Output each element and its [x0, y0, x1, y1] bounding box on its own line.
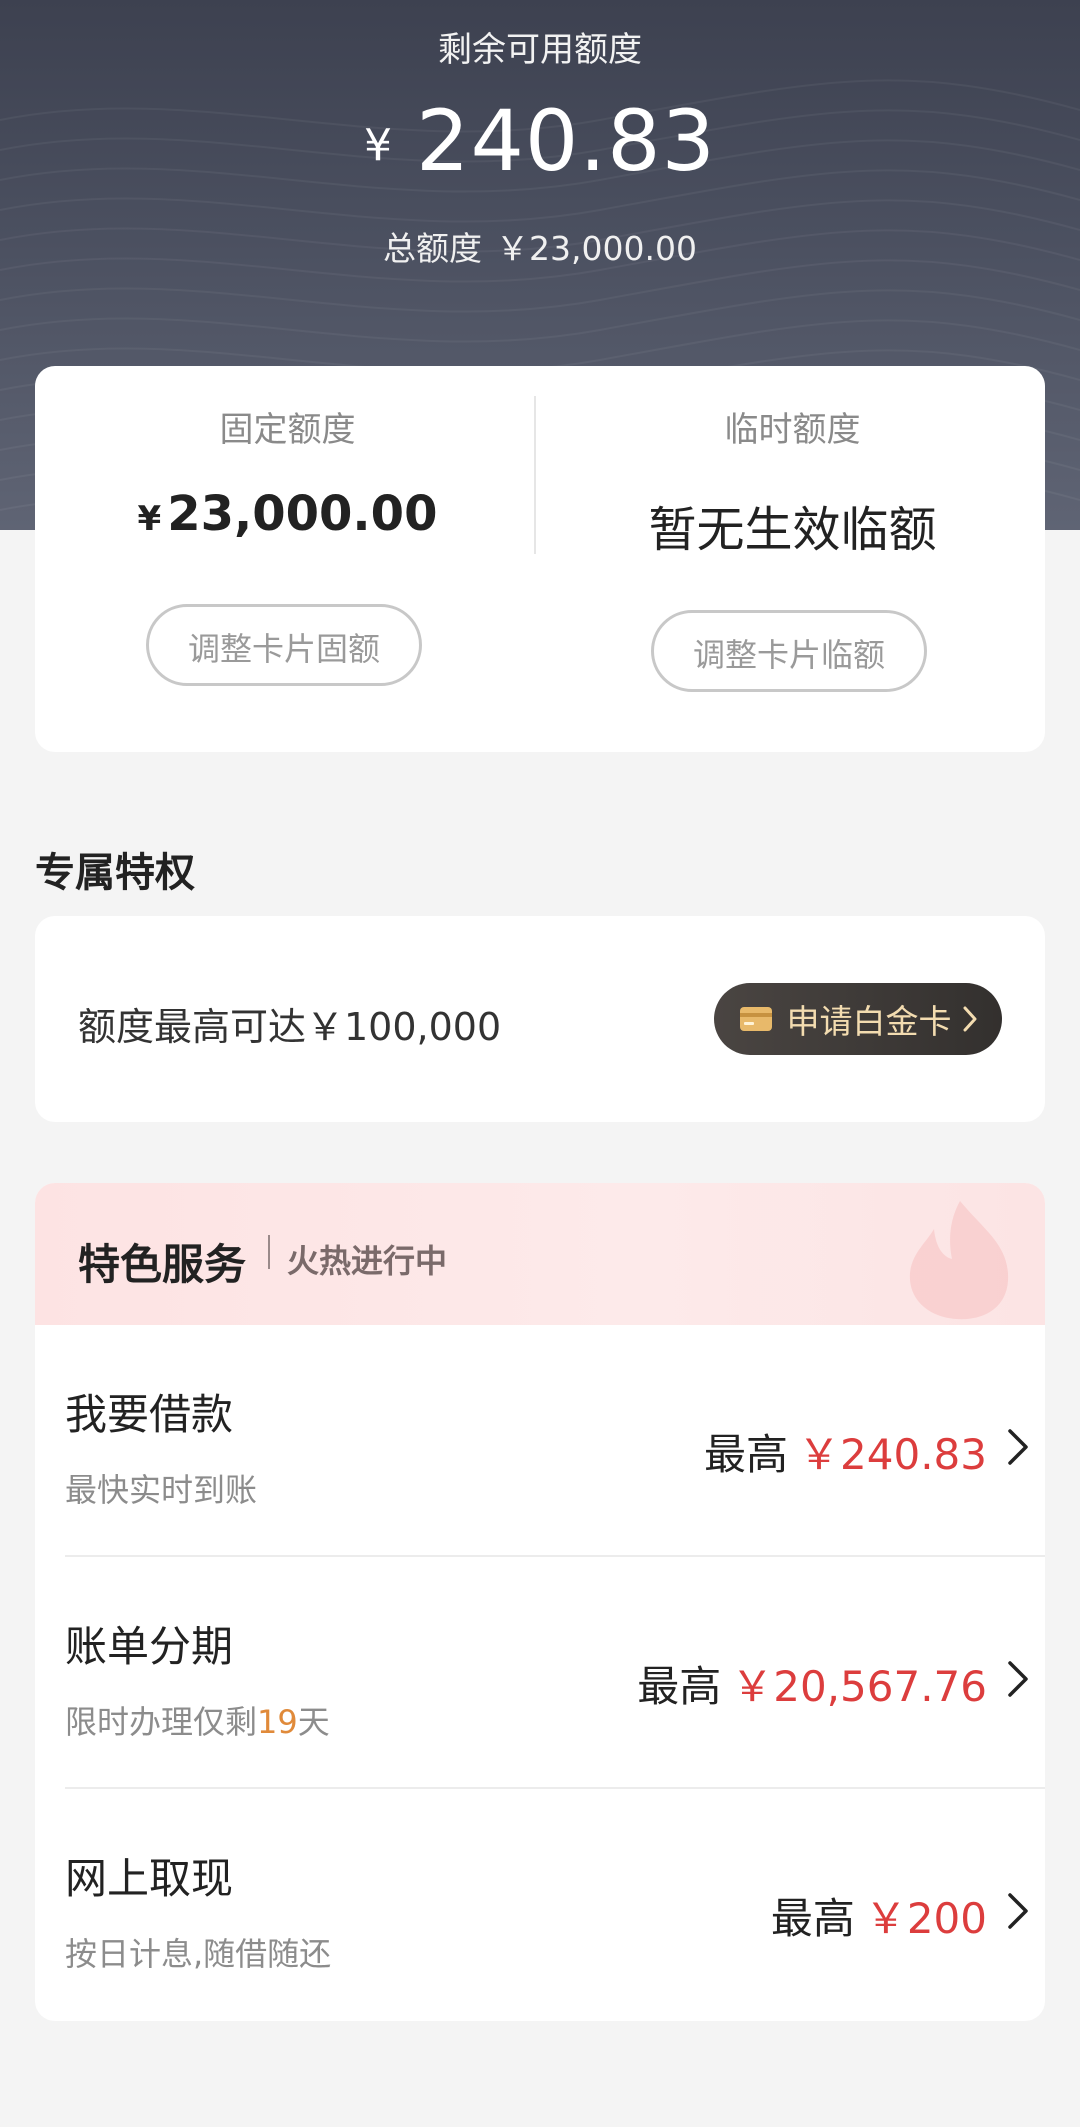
- chevron-right-icon: [963, 1006, 976, 1032]
- total-credit-value: ￥23,000.00: [496, 229, 697, 268]
- temporary-quota-status: 暂无生效临额: [648, 502, 937, 558]
- featured-services-title: 特色服务: [78, 1240, 247, 1289]
- flame-icon: [909, 1201, 1009, 1320]
- privilege-limit-text: 额度最高可达￥100,000: [78, 1005, 502, 1049]
- service-row-borrow[interactable]: 我要借款 最快实时到账 最高 ￥240.83: [35, 1325, 1045, 1557]
- column-divider: [534, 396, 536, 554]
- chevron-right-icon: [1008, 1429, 1028, 1465]
- fixed-quota-value: 23,000.00: [167, 486, 438, 542]
- service-title: 网上取现: [65, 1854, 234, 1903]
- privilege-card: 额度最高可达￥100,000 申请白金卡: [35, 916, 1045, 1122]
- header-separator: [268, 1235, 270, 1269]
- max-prefix: 最高: [704, 1430, 789, 1479]
- max-amount-value: ￥20,567.76: [731, 1662, 987, 1711]
- adjust-fixed-quota-button[interactable]: 调整卡片固额: [146, 604, 422, 686]
- quota-card: 固定额度 ¥23,000.00 调整卡片固额 临时额度 暂无生效临额 调整卡片临…: [35, 366, 1045, 752]
- currency-symbol: ¥: [137, 499, 162, 539]
- chevron-right-icon: [1008, 1661, 1028, 1697]
- featured-services-card: 特色服务 火热进行中 我要借款 最快实时到账 最高 ￥240.83 账单分期 限时…: [35, 1183, 1045, 2021]
- apply-platinum-card-label: 申请白金卡: [786, 1002, 952, 1041]
- service-subtitle: 最快实时到账: [65, 1471, 258, 1509]
- total-credit: 总额度 ￥23,000.00: [0, 222, 1080, 270]
- service-row-cash-withdrawal[interactable]: 网上取现 按日计息,随借随还 最高 ￥200: [35, 1789, 1045, 2021]
- available-credit-label: 剩余可用额度: [438, 30, 642, 70]
- privilege-section-title: 专属特权: [35, 850, 195, 896]
- max-prefix: 最高: [637, 1662, 722, 1711]
- subtitle-before: 限时办理仅剩: [65, 1703, 258, 1741]
- chevron-right-icon: [1008, 1893, 1028, 1929]
- service-title: 账单分期: [65, 1622, 234, 1671]
- service-title: 我要借款: [65, 1390, 234, 1439]
- service-subtitle: 按日计息,随借随还: [65, 1935, 332, 1973]
- service-max-amount: 最高 ￥240.83: [704, 1421, 987, 1482]
- available-credit-amount: ¥240.83: [0, 92, 1080, 190]
- fixed-quota-amount: ¥23,000.00: [35, 486, 540, 542]
- featured-services-header: 特色服务 火热进行中: [35, 1183, 1045, 1325]
- max-amount-value: ￥200: [864, 1894, 987, 1943]
- featured-services-subtitle: 火热进行中: [287, 1242, 448, 1280]
- fixed-quota-title: 固定额度: [219, 410, 356, 450]
- total-credit-label: 总额度: [383, 229, 483, 268]
- max-amount-value: ￥240.83: [798, 1430, 987, 1479]
- available-credit-value: 240.83: [416, 92, 716, 190]
- temporary-quota-title: 临时额度: [724, 410, 861, 450]
- max-prefix: 最高: [770, 1894, 855, 1943]
- temporary-quota-column: 临时额度 暂无生效临额 调整卡片临额: [540, 366, 1045, 752]
- card-icon: [739, 1007, 772, 1031]
- service-max-amount: 最高 ￥200: [771, 1885, 987, 1946]
- service-subtitle: 限时办理仅剩19天: [65, 1697, 330, 1743]
- subtitle-after: 天: [297, 1703, 330, 1741]
- days-remaining: 19: [257, 1703, 298, 1741]
- service-row-installment[interactable]: 账单分期 限时办理仅剩19天 最高 ￥20,567.76: [35, 1557, 1045, 1789]
- currency-symbol: ¥: [364, 120, 393, 171]
- apply-platinum-card-button[interactable]: 申请白金卡: [714, 983, 1002, 1055]
- adjust-temporary-quota-button[interactable]: 调整卡片临额: [651, 610, 927, 692]
- fixed-quota-column: 固定额度 ¥23,000.00 调整卡片固额: [35, 366, 540, 752]
- service-max-amount: 最高 ￥20,567.76: [637, 1653, 987, 1714]
